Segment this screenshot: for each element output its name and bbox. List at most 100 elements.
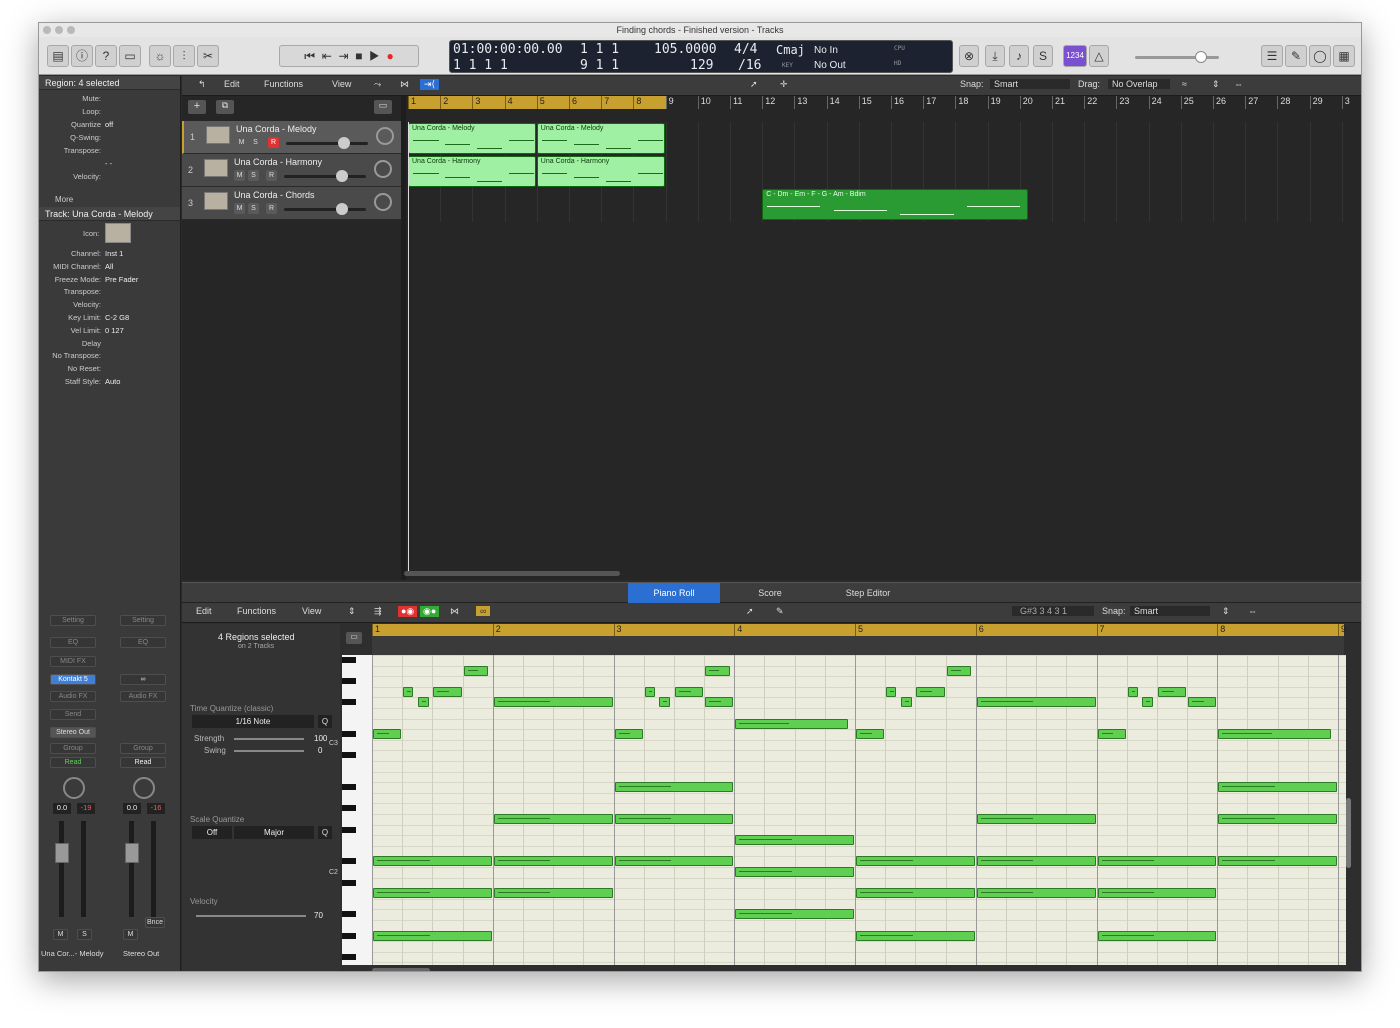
black-key[interactable] [342,826,356,833]
forward-icon[interactable]: ⇥ [338,49,348,63]
view-menu[interactable]: View [302,606,321,616]
volume-slider[interactable] [286,142,368,145]
midi-note[interactable] [493,697,613,708]
rewind-icon[interactable]: ⏮ [304,49,315,63]
mixer-icon[interactable]: ⫶ [173,45,195,67]
scale-off-select[interactable]: Off [192,826,232,839]
param-value[interactable]: Inst 1 [105,249,123,258]
time-quantize-select[interactable]: 1/16 Note [192,715,314,728]
minimize-dot[interactable] [55,26,63,34]
track-header[interactable]: 3 Una Corda - Chords M S R [182,187,401,220]
setting-button[interactable]: Setting [120,615,166,626]
bounce-button[interactable]: Bnce [145,917,165,928]
quantize-button[interactable]: Q [318,715,332,728]
stop-icon[interactable]: ■ [355,49,362,63]
editors-icon[interactable]: ✂ [197,45,219,67]
volume-fader[interactable] [55,843,69,863]
tuner-icon[interactable]: ♪ [1009,45,1029,67]
close-dot[interactable] [43,26,51,34]
automation-mode[interactable]: Read [50,757,96,768]
midi-note[interactable] [1188,697,1217,708]
eq-button[interactable]: EQ [50,637,96,648]
pan-knob[interactable] [374,160,392,178]
midi-note[interactable] [493,888,613,899]
add-track-button[interactable]: + [188,100,206,114]
midi-note[interactable] [373,888,492,899]
midi-note[interactable] [976,814,1096,824]
midi-note[interactable] [976,888,1096,899]
black-key[interactable] [342,932,356,939]
volume-knob[interactable] [338,137,350,149]
pointer-tool-icon[interactable]: ➚ [750,79,758,90]
midi-note[interactable] [1097,888,1217,899]
help-icon[interactable]: ? [95,45,117,67]
collapse-icon[interactable]: ⇕ [348,606,356,617]
solo-button[interactable]: S [248,170,259,181]
midi-note[interactable] [373,856,492,867]
solo-button[interactable]: S [77,929,92,940]
mute-button[interactable]: M [236,137,247,148]
horizontal-scrollbar[interactable] [404,571,620,576]
pan-knob[interactable] [63,777,85,799]
audio-fx-slot[interactable]: Audio FX [50,691,96,702]
black-key[interactable] [342,657,356,663]
vertical-zoom-icon[interactable]: ⇕ [1212,79,1220,90]
midi-note[interactable] [1218,782,1337,793]
track-header[interactable]: 2 Una Corda - Harmony M S R [182,154,401,187]
list-editors-icon[interactable]: ☰ [1261,45,1283,67]
black-key[interactable] [342,879,356,886]
midi-note[interactable] [614,782,734,793]
group-slot[interactable]: Group [120,743,166,754]
midi-region[interactable]: Una Corda - Melody [536,123,665,154]
param-value[interactable]: All [105,262,113,271]
more-toggle[interactable]: More [39,195,180,207]
record-enable-button[interactable]: R [268,137,279,148]
volume-knob[interactable] [336,170,348,182]
midi-note[interactable] [856,888,975,899]
pointer-tool-icon[interactable]: ➚ [746,606,754,617]
pencil-tool-icon[interactable]: ✎ [776,606,784,617]
scale-quantize-button[interactable]: Q [318,826,332,839]
marquee-tool-icon[interactable]: ✛ [780,79,788,90]
midi-note[interactable] [856,856,975,867]
midi-note[interactable] [433,686,462,697]
midi-note[interactable] [705,665,730,676]
send-slot[interactable]: Send [50,709,96,720]
black-key[interactable] [342,752,356,759]
volume-knob[interactable] [1195,51,1207,63]
midi-note[interactable] [856,729,885,740]
browsers-icon[interactable]: ▦ [1333,45,1355,67]
vertical-zoom-icon[interactable]: ⇕ [1222,606,1230,617]
link-icon[interactable]: ∞ [120,674,166,685]
mute-button[interactable]: M [234,203,245,214]
play-icon[interactable]: ▶ [369,49,380,63]
black-key[interactable] [342,784,356,791]
record-enable-button[interactable]: R [266,170,277,181]
functions-menu[interactable]: Functions [264,79,303,89]
inspector-icon[interactable]: ⓘ [71,45,93,67]
midi-note[interactable] [373,930,492,941]
notepad-icon[interactable]: ✎ [1285,45,1307,67]
master-volume-slider[interactable] [1135,51,1219,63]
solo-button[interactable]: S [248,203,259,214]
mute-button[interactable]: M [53,929,68,940]
midi-note[interactable] [1218,729,1331,740]
inspector-toggle-icon[interactable]: ▭ [346,632,362,644]
midi-note[interactable] [1097,930,1217,941]
bar-ruler[interactable]: 1 2 3 4 5 6 7 8 9 10 11 12 13 14 15 16 17 18 19 20 21 22 23 24 2… [408,96,1353,109]
duplicate-track-icon[interactable]: ⧉ [216,100,234,114]
count-in-button[interactable]: 1234 [1063,45,1087,67]
track-name[interactable]: Una Corda - Harmony [234,157,322,167]
piano-icon[interactable] [105,223,131,243]
waveform-zoom-icon[interactable]: ≈ [1182,79,1187,89]
metronome-icon[interactable]: △ [1089,45,1109,67]
param-value[interactable]: Auto [105,377,120,386]
midi-note[interactable] [493,814,613,824]
midi-region[interactable]: C - Dm - Em - F - G - Am - Bdim [762,189,1029,220]
midi-note[interactable] [856,930,975,941]
horizontal-zoom-icon[interactable]: ⇔ [1248,606,1257,616]
midi-note[interactable] [1218,856,1337,867]
black-key[interactable] [342,805,356,812]
midi-note[interactable] [735,835,854,846]
midi-out-icon[interactable]: ◉● [420,606,440,617]
